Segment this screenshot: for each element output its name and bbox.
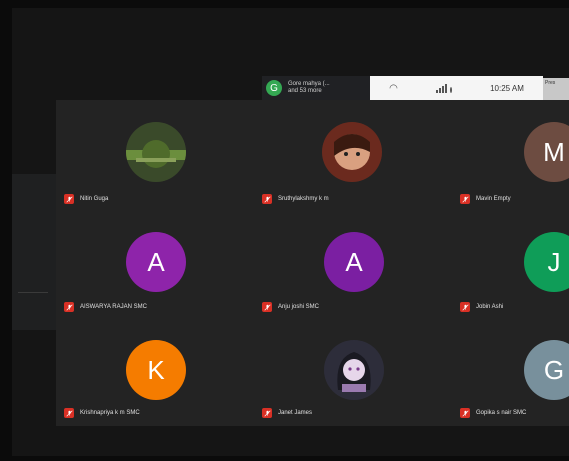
participant-name: AISWARYA RAJAN SMC bbox=[80, 304, 147, 310]
status-bar: ◠ 10:25 AM bbox=[370, 76, 543, 100]
participant-tile[interactable]: K Krishnapriya k m SMC bbox=[56, 318, 246, 426]
participant-avatar: J bbox=[524, 232, 569, 292]
participant-name: Mavin Empty bbox=[476, 196, 511, 202]
participant-tile[interactable]: G Gopika s nair SMC bbox=[452, 318, 569, 426]
participant-name-row: Nitin Guga bbox=[64, 194, 108, 204]
participant-photo-portrait bbox=[322, 122, 382, 182]
participant-photo-anime bbox=[324, 340, 384, 400]
participant-avatar: A bbox=[126, 232, 186, 292]
participant-tile[interactable]: Janet James bbox=[254, 318, 444, 426]
mic-off-icon bbox=[262, 194, 272, 204]
mic-off-icon bbox=[64, 302, 74, 312]
status-time: 10:25 AM bbox=[490, 83, 524, 93]
mic-off-icon bbox=[262, 408, 272, 418]
participant-name: Gopika s nair SMC bbox=[476, 410, 527, 416]
participant-banner[interactable]: G Gore mahya (... and 53 more bbox=[262, 76, 370, 100]
participant-name-row: Jobin Ashi bbox=[460, 302, 503, 312]
participant-avatar: A bbox=[324, 232, 384, 292]
corner-label[interactable]: Pres bbox=[543, 78, 569, 100]
participant-avatar: M bbox=[524, 122, 569, 182]
participant-name-row: Krishnapriya k m SMC bbox=[64, 408, 140, 418]
participant-tile[interactable]: A AISWARYA RAJAN SMC bbox=[56, 210, 246, 318]
participant-tile[interactable]: Sruthylakshmy k m bbox=[254, 100, 444, 208]
participant-tile[interactable]: J Jobin Ashi bbox=[452, 210, 569, 318]
participant-name-row: AISWARYA RAJAN SMC bbox=[64, 302, 147, 312]
participant-name: Sruthylakshmy k m bbox=[278, 196, 329, 202]
banner-avatar: G bbox=[266, 80, 282, 96]
divider bbox=[18, 292, 48, 293]
signal-icon bbox=[435, 83, 452, 93]
mic-off-icon bbox=[64, 194, 74, 204]
participant-name: Jobin Ashi bbox=[476, 304, 504, 310]
mic-off-icon bbox=[460, 302, 470, 312]
participant-grid: Nitin Guga Sruthylakshmy k m M Mavin Emp… bbox=[56, 100, 569, 426]
participant-name: Nitin Guga bbox=[80, 196, 109, 202]
wifi-icon: ◠ bbox=[389, 82, 398, 94]
participant-tile[interactable]: Nitin Guga bbox=[56, 100, 246, 208]
participant-name-row: Gopika s nair SMC bbox=[460, 408, 526, 418]
network-dot-icon bbox=[449, 86, 452, 93]
participant-tile[interactable]: A Anju joshi SMC bbox=[254, 210, 444, 318]
mic-off-icon bbox=[262, 302, 272, 312]
side-panel bbox=[12, 174, 56, 330]
participant-tile[interactable]: M Mavin Empty bbox=[452, 100, 569, 208]
participant-name: Janet James bbox=[278, 410, 313, 416]
banner-line2: and 53 more bbox=[288, 88, 322, 94]
mic-off-icon bbox=[460, 194, 470, 204]
banner-text: Gore mahya (... and 53 more bbox=[288, 81, 330, 95]
mic-off-icon bbox=[64, 408, 74, 418]
banner-line1: Gore mahya (... bbox=[288, 81, 330, 87]
mic-off-icon bbox=[460, 408, 470, 418]
participant-name-row: Janet James bbox=[262, 408, 312, 418]
participant-avatar: G bbox=[524, 340, 569, 400]
participant-avatar: K bbox=[126, 340, 186, 400]
participant-name: Anju joshi SMC bbox=[278, 304, 320, 310]
participant-name-row: Mavin Empty bbox=[460, 194, 511, 204]
participant-name-row: Sruthylakshmy k m bbox=[262, 194, 329, 204]
participant-name-row: Anju joshi SMC bbox=[262, 302, 319, 312]
participant-name: Krishnapriya k m SMC bbox=[80, 410, 140, 416]
participant-photo-landscape bbox=[126, 122, 186, 182]
